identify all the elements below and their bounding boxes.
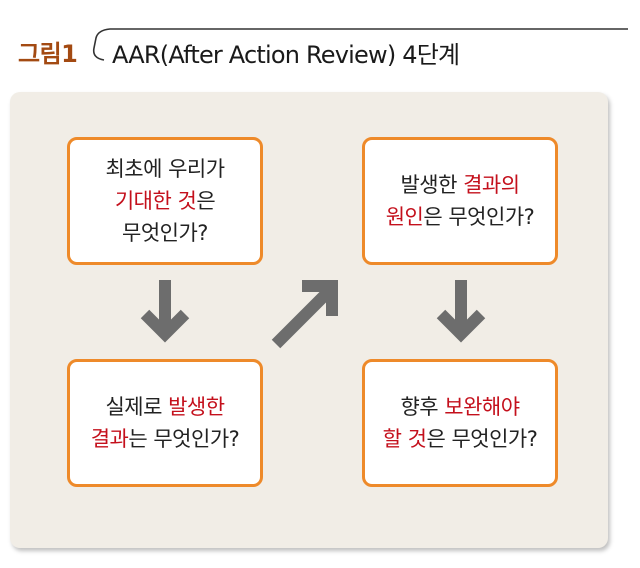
step-text: 발생한 결과의 원인은 무엇인가?: [386, 169, 535, 233]
step-line: 발생한 결과의: [386, 169, 535, 201]
step-box-cause: 발생한 결과의 원인은 무엇인가?: [362, 137, 558, 265]
step-box-improve: 향후 보완해야 할 것은 무엇인가?: [362, 359, 558, 487]
highlight-text: 원인: [385, 205, 424, 229]
figure-title: AAR(After Action Review) 4단계: [112, 41, 460, 69]
step-line: 실제로 발생한: [91, 391, 240, 423]
highlight-text: 발생한: [168, 395, 225, 419]
step-line: 최초에 우리가: [105, 157, 225, 181]
arrow-up-right-icon: [271, 280, 338, 349]
step-text-part: 은 무엇인가?: [426, 427, 538, 451]
step-text: 실제로 발생한 결과는 무엇인가?: [91, 391, 240, 455]
step-line: 결과는 무엇인가?: [91, 423, 240, 455]
step-text-part: 발생한: [400, 173, 464, 197]
step-line: 할 것은 무엇인가?: [383, 423, 538, 455]
step-text-part: 향후: [400, 395, 445, 419]
highlight-text: 기대한 것: [114, 189, 197, 213]
step-line: 기대한 것은: [105, 185, 224, 217]
arrow-down-icon: [140, 280, 190, 343]
highlight-text: 보완해야: [444, 395, 520, 419]
arrow-down-icon: [436, 280, 486, 343]
highlight-text: 결과의: [463, 173, 520, 197]
step-line: 원인은 무엇인가?: [386, 201, 535, 233]
step-box-actual: 실제로 발생한 결과는 무엇인가?: [67, 359, 263, 487]
step-box-expected: 최초에 우리가 기대한 것은 무엇인가?: [67, 137, 263, 265]
step-text-part: 실제로: [105, 395, 169, 419]
step-text: 최초에 우리가 기대한 것은 무엇인가?: [105, 153, 225, 249]
figure-header: 그림1 AAR(After Action Review) 4단계: [0, 0, 640, 85]
highlight-text: 할 것: [382, 427, 427, 451]
step-line: 무엇인가?: [122, 221, 208, 245]
step-text-part: 은: [196, 189, 216, 213]
highlight-text: 결과: [90, 427, 129, 451]
step-text: 향후 보완해야 할 것은 무엇인가?: [383, 391, 538, 455]
step-text-part: 는 무엇인가?: [128, 427, 240, 451]
step-line: 향후 보완해야: [383, 391, 538, 423]
step-text-part: 은 무엇인가?: [423, 205, 535, 229]
